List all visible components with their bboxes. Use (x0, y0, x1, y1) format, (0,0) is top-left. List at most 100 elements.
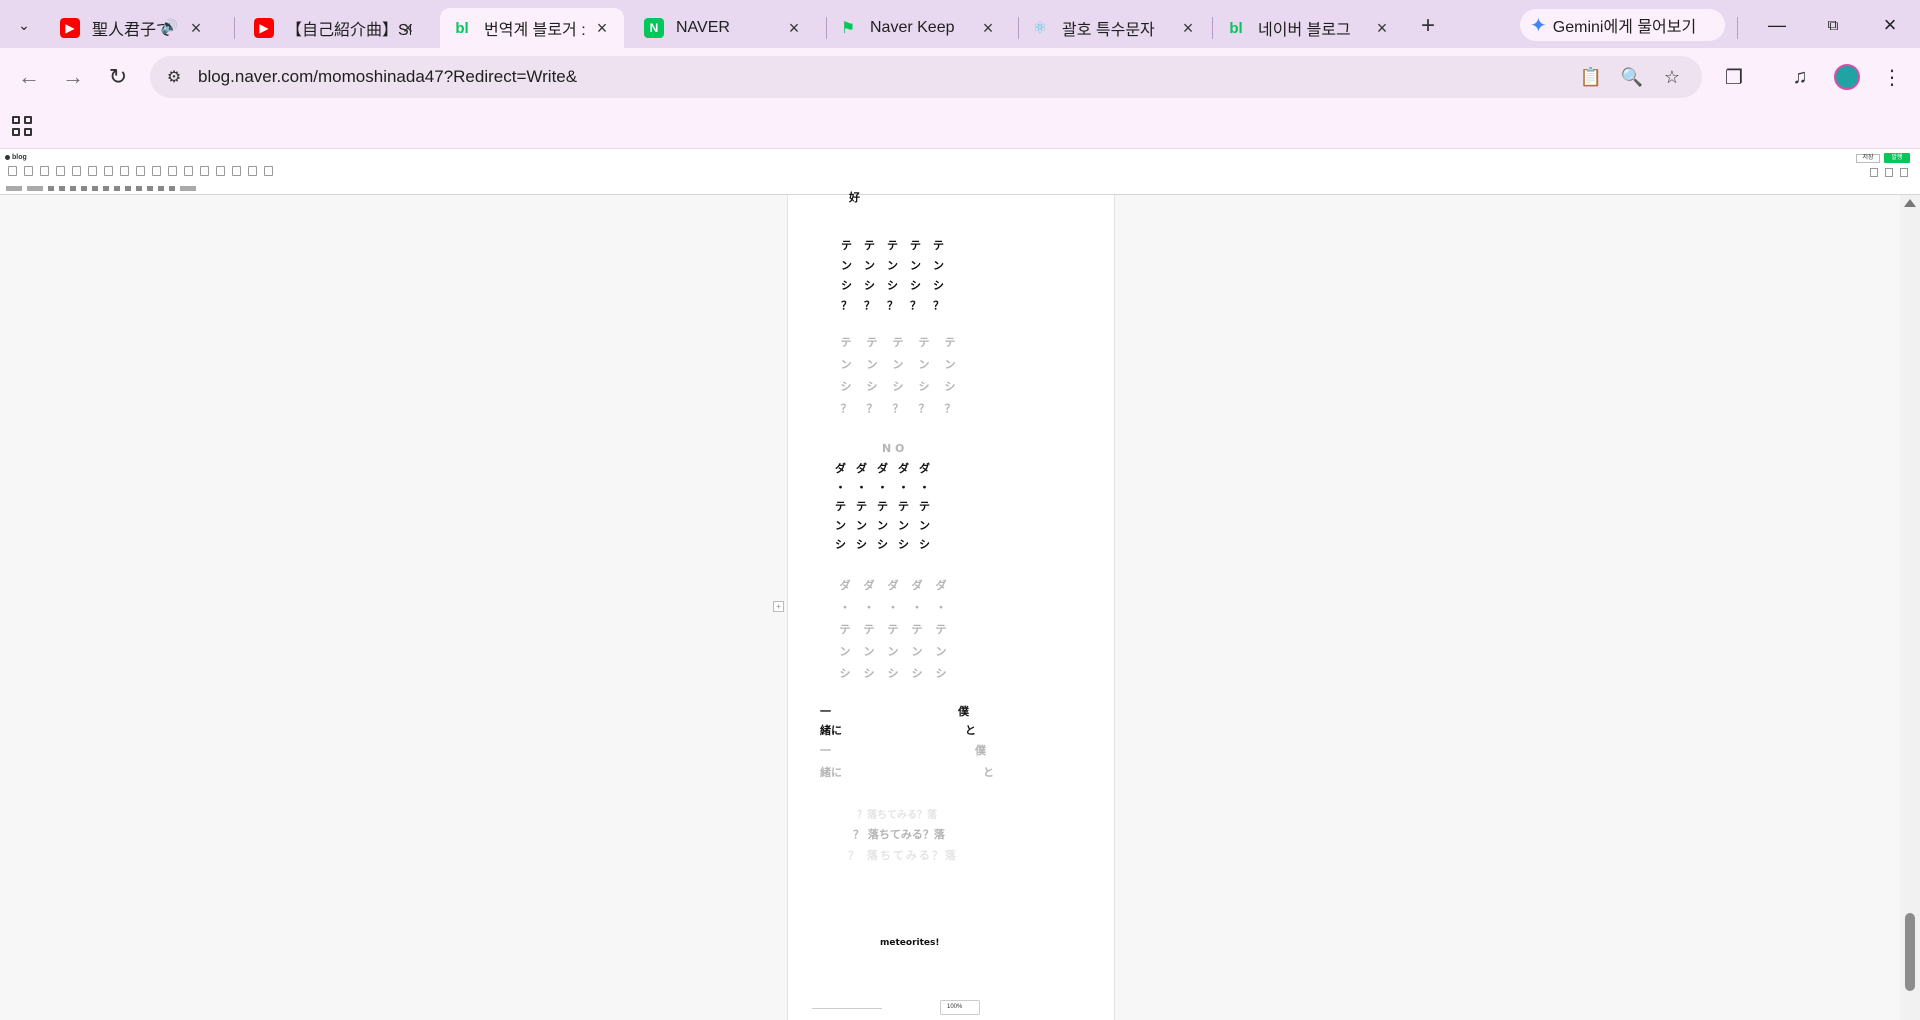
apps-grid-icon[interactable] (12, 116, 36, 140)
char-cell: ・ (863, 601, 875, 614)
pair-right-line-1-faded: 僕 (975, 744, 986, 757)
arrow-right-icon: → (62, 64, 84, 89)
pair-left-line-1-faded: 一 (820, 744, 831, 757)
schedule-icon[interactable] (120, 166, 129, 176)
blog-logo[interactable]: blog (5, 154, 27, 161)
sticker-icon[interactable] (24, 166, 33, 176)
quote-icon[interactable] (40, 166, 49, 176)
help-icon[interactable] (1900, 168, 1908, 177)
link-icon[interactable] (88, 166, 97, 176)
italic-icon[interactable] (70, 186, 76, 191)
char-cell: ン (841, 259, 852, 272)
close-window-button[interactable]: × (1875, 10, 1905, 40)
clipboard-button[interactable]: 📋 (1578, 64, 1604, 90)
char-cell: シ (919, 538, 930, 551)
tab-naver-blog[interactable]: bl 네이버 블로그 × (1214, 8, 1404, 48)
add-block-button[interactable]: + (773, 601, 784, 612)
char-cell: テ (856, 500, 867, 513)
audio-icon[interactable] (216, 166, 225, 176)
scrollbar-thumb[interactable] (1905, 913, 1915, 991)
bold-icon[interactable] (59, 186, 65, 191)
minimize-button[interactable]: — (1762, 10, 1792, 40)
tab-divider (1737, 17, 1738, 39)
paragraph-style-select[interactable] (6, 186, 22, 191)
char-cell: ・ (856, 481, 867, 494)
naver-blog-icon: bl (1229, 19, 1243, 37)
char-cell: ？ (864, 299, 875, 312)
tab-naver[interactable]: N NAVER × (632, 8, 816, 48)
bookmarks-bar (0, 108, 1920, 148)
media-controls-button[interactable]: ♫ (1784, 61, 1816, 93)
font-size-select[interactable] (48, 186, 54, 191)
char-cell: ・ (887, 601, 899, 614)
file-icon[interactable] (104, 166, 113, 176)
publish-button[interactable]: 발행 (1884, 153, 1910, 163)
line-height-icon[interactable] (136, 186, 142, 191)
tab-divider (1212, 17, 1213, 39)
strikethrough-icon[interactable] (92, 186, 98, 191)
map-icon[interactable] (248, 166, 257, 176)
reload-button[interactable]: ↻ (101, 60, 135, 94)
text-color-icon[interactable] (103, 186, 109, 191)
zoom-control[interactable]: 100% (940, 1000, 980, 1015)
tab-naver-blog-write[interactable]: bl 번역계 블로거 : × (440, 8, 624, 48)
layout-icon[interactable] (264, 166, 273, 176)
list-icon[interactable] (147, 186, 153, 191)
tab-naver-keep[interactable]: ⚑ Naver Keep × (826, 8, 1010, 48)
special-char-icon[interactable] (158, 186, 164, 191)
close-icon[interactable]: × (1372, 18, 1392, 38)
close-icon[interactable]: × (1178, 18, 1198, 38)
video-icon[interactable] (200, 166, 209, 176)
address-bar[interactable]: ⚙ blog.naver.com/momoshinada47?Redirect=… (150, 56, 1702, 98)
forward-button[interactable]: → (56, 60, 90, 94)
char-row: テテテテテ (830, 498, 935, 514)
formula-icon[interactable] (168, 166, 177, 176)
photo-icon[interactable] (8, 166, 17, 176)
menu-button[interactable]: ⋮ (1876, 61, 1908, 93)
page-scrollbar[interactable] (1900, 195, 1920, 1020)
highlight-icon[interactable] (114, 186, 120, 191)
char-cell: ン (935, 645, 947, 658)
speaker-icon[interactable]: 🔊 (161, 18, 178, 35)
save-button[interactable]: 저장 (1856, 153, 1880, 163)
pair-left-line-2-faded: 緒に (820, 766, 842, 779)
underline-icon[interactable] (81, 186, 87, 191)
divider-icon[interactable] (56, 166, 65, 176)
gemini-button[interactable]: ✦ Gemini에게 물어보기 (1520, 9, 1725, 41)
close-icon[interactable]: × (784, 18, 804, 38)
link-format-icon[interactable] (169, 186, 175, 191)
zoom-button[interactable]: 🔍 (1619, 64, 1645, 90)
font-select[interactable] (27, 186, 43, 191)
tab-youtube-1[interactable]: ▶ 聖人君子で 🔊 × (48, 8, 218, 48)
scroll-up-arrow-icon[interactable] (1904, 199, 1916, 207)
align-icon[interactable] (125, 186, 131, 191)
place-icon[interactable] (72, 166, 81, 176)
poll-icon[interactable] (232, 166, 241, 176)
close-icon[interactable]: × (592, 18, 612, 38)
tab-youtube-2[interactable]: ▶ 【自己紹介曲】SE × (242, 8, 430, 48)
star-icon: ☆ (1663, 66, 1681, 87)
new-tab-button[interactable]: + (1414, 12, 1442, 40)
tab-search-button[interactable]: ⌄ (10, 11, 38, 39)
code-icon[interactable] (136, 166, 145, 176)
back-button[interactable]: ← (12, 60, 46, 94)
char-cell: ？ (918, 402, 930, 415)
extensions-button[interactable]: ❐ (1718, 61, 1750, 93)
close-icon[interactable]: × (186, 18, 206, 38)
tab-special-characters[interactable]: ⚛ 괄호 특수문자 × (1018, 8, 1210, 48)
settings-icon[interactable] (1885, 168, 1893, 177)
template-icon[interactable] (184, 166, 193, 176)
close-icon[interactable]: × (978, 18, 998, 38)
avatar[interactable] (1834, 64, 1860, 90)
restore-button[interactable]: ⧉ (1818, 10, 1848, 40)
close-icon[interactable]: × (398, 18, 418, 38)
char-cell: ン (918, 358, 930, 371)
editor-component-toolbar (8, 166, 273, 176)
site-info-button[interactable]: ⚙ (160, 63, 188, 91)
table-icon[interactable] (152, 166, 161, 176)
history-icon[interactable] (1870, 168, 1878, 177)
bookmark-button[interactable]: ☆ (1659, 64, 1685, 90)
youtube-icon: ▶ (254, 18, 274, 38)
url-text[interactable]: blog.naver.com/momoshinada47?Redirect=Wr… (198, 67, 577, 87)
spellcheck-button[interactable] (180, 186, 196, 191)
